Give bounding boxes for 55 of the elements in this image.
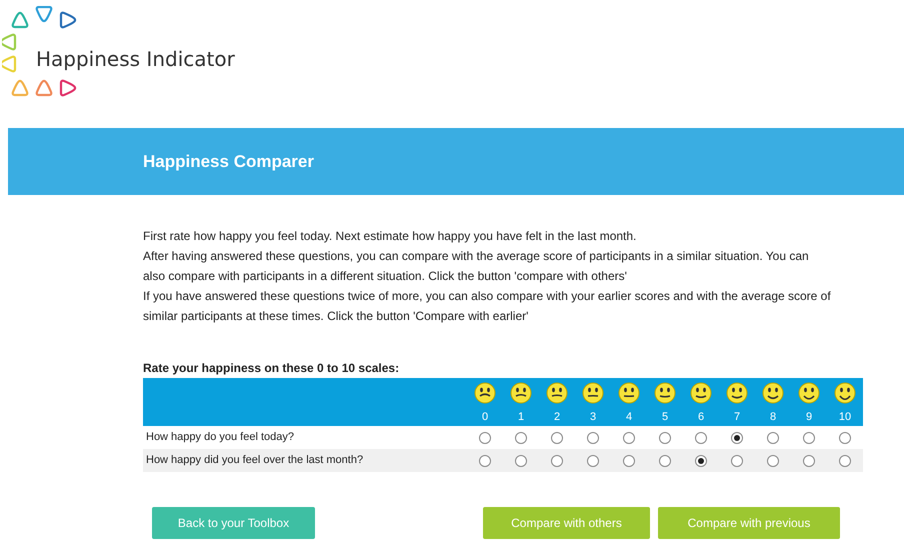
- scale-number: 9: [806, 410, 812, 425]
- smiling-face-icon: [798, 382, 820, 404]
- question-label: How happy do you feel today?: [145, 430, 295, 446]
- radio-button[interactable]: [587, 432, 599, 444]
- intro-paragraph: If you have answered these questions twice of more, you can also compare with your earlier scores and with the average score of similar participants at these times. Click the button 'Compare with earlier': [143, 288, 832, 325]
- radio-button[interactable]: [515, 454, 527, 466]
- radio-button[interactable]: [839, 454, 851, 466]
- radio-button[interactable]: [479, 454, 491, 466]
- radio-button[interactable]: [767, 454, 779, 466]
- frowning-face-icon: [546, 382, 568, 404]
- brand-name: Happiness Indicator: [36, 47, 235, 71]
- frowning-face-icon: [618, 382, 640, 404]
- smiling-face-icon: [834, 382, 856, 404]
- radio-button[interactable]: [803, 454, 815, 466]
- frowning-face-icon: [474, 382, 496, 404]
- scale-number: 0: [482, 410, 488, 425]
- scale-number: 1: [518, 410, 524, 425]
- scale-number: 6: [698, 410, 704, 425]
- intro-paragraph: First rate how happy you feel today. Next estimate how happy you have felt in the last month.: [143, 228, 638, 245]
- scale-number: 4: [626, 410, 632, 425]
- radio-button[interactable]: [695, 432, 707, 444]
- radio-button[interactable]: [731, 454, 743, 466]
- banner-title: Happiness Comparer: [143, 150, 314, 173]
- scale-number: 3: [590, 410, 596, 425]
- radio-button[interactable]: [659, 432, 671, 444]
- radio-button[interactable]: [551, 454, 563, 466]
- radio-button[interactable]: [839, 432, 851, 444]
- back-button[interactable]: Back to your Toolbox: [152, 507, 315, 539]
- radio-button[interactable]: [623, 454, 635, 466]
- question-label: How happy did you feel over the last month?: [145, 453, 364, 468]
- radio-button[interactable]: [659, 454, 671, 466]
- smiling-face-icon: [762, 382, 784, 404]
- scale-number: 2: [554, 410, 560, 425]
- scale-number: 7: [734, 410, 740, 425]
- radio-button[interactable]: [731, 432, 743, 444]
- radio-button[interactable]: [767, 432, 779, 444]
- radio-button[interactable]: [515, 432, 527, 444]
- radio-button[interactable]: [587, 454, 599, 466]
- compare-button[interactable]: Compare with others: [483, 507, 650, 539]
- scale-number: 8: [770, 410, 776, 425]
- frowning-face-icon: [582, 382, 604, 404]
- smiling-face-icon: [654, 382, 676, 404]
- frowning-face-icon: [510, 382, 532, 404]
- smiling-face-icon: [690, 382, 712, 404]
- scale-number: 10: [838, 410, 852, 425]
- scale-number: 5: [662, 410, 668, 425]
- scale-heading: Rate your happiness on these 0 to 10 scales:: [143, 360, 400, 377]
- radio-button[interactable]: [479, 432, 491, 444]
- radio-button[interactable]: [551, 432, 563, 444]
- smiling-face-icon: [726, 382, 748, 404]
- intro-paragraph: After having answered these questions, you can compare with the average score of participants in a similar situation. You can also compare with participants in a different situation. Click the button 'compare with others': [143, 248, 810, 285]
- radio-button[interactable]: [803, 432, 815, 444]
- radio-button[interactable]: [623, 432, 635, 444]
- compare-button[interactable]: Compare with previous: [658, 507, 840, 539]
- radio-button[interactable]: [695, 454, 707, 466]
